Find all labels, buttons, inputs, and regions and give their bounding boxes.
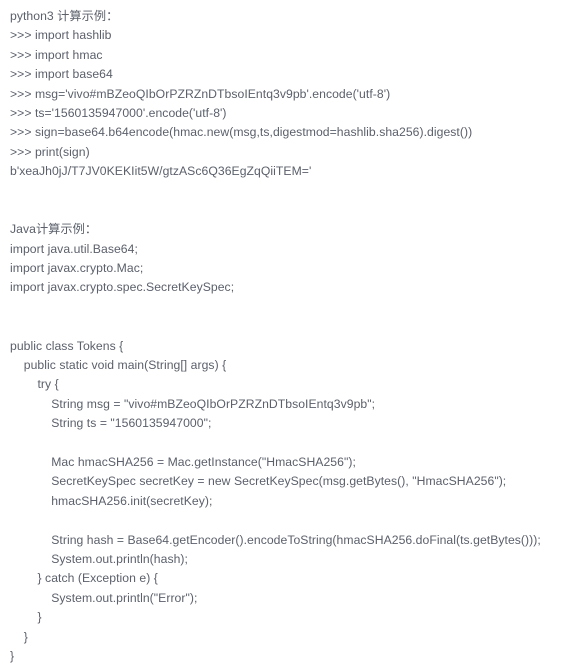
python-code-line: >>> sign=base64.b64encode(hmac.new(msg,t… (10, 125, 473, 140)
java-code-line: String msg = "vivo#mBZeoQIbOrPZRZnDTbsoI… (10, 396, 376, 411)
java-class-declaration: public class Tokens { (10, 338, 124, 353)
java-import-line: import java.util.Base64; (10, 241, 138, 256)
code-document: python3 计算示例： >>> import hashlib >>> imp… (0, 0, 573, 663)
java-code-line: String hash = Base64.getEncoder().encode… (10, 532, 541, 547)
java-code-line: System.out.println(hash); (10, 551, 188, 566)
java-method-close: } (10, 629, 28, 644)
java-import-line: import javax.crypto.Mac; (10, 261, 144, 276)
java-code-line (10, 511, 573, 530)
java-code-line: SecretKeySpec secretKey = new SecretKeyS… (10, 474, 507, 489)
java-code-line: System.out.println("Error"); (10, 590, 198, 605)
java-code-line: hmacSHA256.init(secretKey); (10, 493, 213, 508)
java-try-open: try { (10, 377, 59, 392)
python-code-line: >>> import hashlib (10, 28, 112, 43)
java-code-line: String ts = "1560135947000"; (10, 416, 212, 431)
java-code-line (10, 298, 573, 317)
python-code-line: >>> import hmac (10, 47, 103, 62)
java-example-block: Java计算示例： import java.util.Base64; impor… (0, 220, 573, 666)
python-output-line: b'xeaJh0jJ/T7JV0KEKIit5W/gtzASc6Q36EgZqQ… (10, 164, 312, 179)
java-code-line: Mac hmacSHA256 = Mac.getInstance("HmacSH… (10, 454, 356, 469)
python-section-heading: python3 计算示例： (10, 9, 119, 23)
java-main-method: public static void main(String[] args) { (10, 358, 227, 373)
java-class-close: } (10, 648, 15, 663)
python-code-line: >>> msg='vivo#mBZeoQIbOrPZRZnDTbsoIEntq3… (10, 86, 391, 101)
java-catch-close: } (10, 610, 42, 625)
python-code-line: >>> import base64 (10, 67, 113, 82)
java-code-line (10, 434, 573, 453)
java-section-heading: Java计算示例： (10, 222, 98, 237)
python-code-line: >>> print(sign) (10, 144, 90, 159)
java-catch-clause: } catch (Exception e) { (10, 571, 158, 586)
python-code-line: >>> ts='1560135947000'.encode('utf-8') (10, 105, 227, 120)
python-example-block: python3 计算示例： >>> import hashlib >>> imp… (0, 0, 573, 220)
java-import-line: import javax.crypto.spec.SecretKeySpec; (10, 280, 235, 295)
